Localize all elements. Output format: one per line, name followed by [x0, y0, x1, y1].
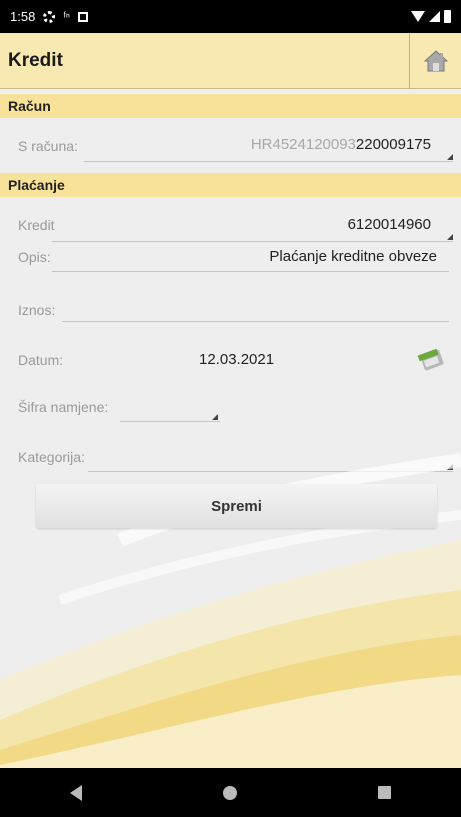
- loan-label: Kredit: [18, 217, 55, 233]
- page-title: Kredit: [8, 49, 63, 71]
- nfc-icon: ᶠⁿ: [63, 10, 70, 23]
- description-value: Plaćanje kreditne obveze: [269, 248, 437, 265]
- date-row: Datum: 12.03.2021: [0, 340, 461, 374]
- app-bar: Kredit: [0, 32, 461, 89]
- date-label: Datum:: [18, 352, 64, 368]
- signal-icon: [429, 11, 440, 22]
- purpose-code-label: Šifra namjene:: [18, 399, 109, 415]
- recent-square-icon[interactable]: [377, 786, 391, 799]
- wave-background: [0, 453, 461, 770]
- save-button[interactable]: Spremi: [36, 484, 437, 528]
- back-triangle-icon[interactable]: [70, 784, 83, 801]
- purpose-code-spinner[interactable]: [120, 395, 222, 423]
- home-circle-icon[interactable]: [222, 785, 237, 800]
- home-icon: [423, 49, 448, 71]
- status-time: 1:58: [10, 9, 36, 24]
- loan-value: 6120014960: [347, 216, 431, 233]
- notification-icon: [77, 11, 88, 22]
- account-prefix: HR4524120093: [250, 136, 356, 153]
- date-value[interactable]: 12.03.2021: [199, 351, 274, 368]
- battery-icon: [444, 10, 451, 23]
- account-value: HR4524120093220009175: [251, 136, 431, 153]
- description-field[interactable]: Opis: Plaćanje kreditne obveze: [0, 243, 461, 273]
- dropdown-corner-icon: [447, 154, 453, 160]
- calendar-icon[interactable]: [417, 344, 447, 374]
- dropdown-corner-icon: [447, 234, 453, 240]
- section-header-placanje: Plaćanje: [0, 173, 461, 197]
- settings-icon: [43, 10, 56, 23]
- wifi-icon: [411, 11, 425, 22]
- account-number: 220009175: [355, 136, 431, 153]
- status-bar: 1:58 ᶠⁿ: [0, 0, 461, 33]
- section-header-racun: Račun: [0, 94, 461, 118]
- home-button[interactable]: [409, 32, 461, 89]
- account-spinner[interactable]: S računa: HR4524120093220009175: [0, 120, 461, 164]
- system-nav-bar: [0, 768, 461, 817]
- amount-label: Iznos:: [18, 302, 56, 318]
- amount-field[interactable]: Iznos:: [0, 300, 461, 324]
- account-label: S računa:: [18, 138, 78, 154]
- loan-spinner[interactable]: Kredit 6120014960: [0, 203, 461, 243]
- description-label: Opis:: [18, 249, 51, 265]
